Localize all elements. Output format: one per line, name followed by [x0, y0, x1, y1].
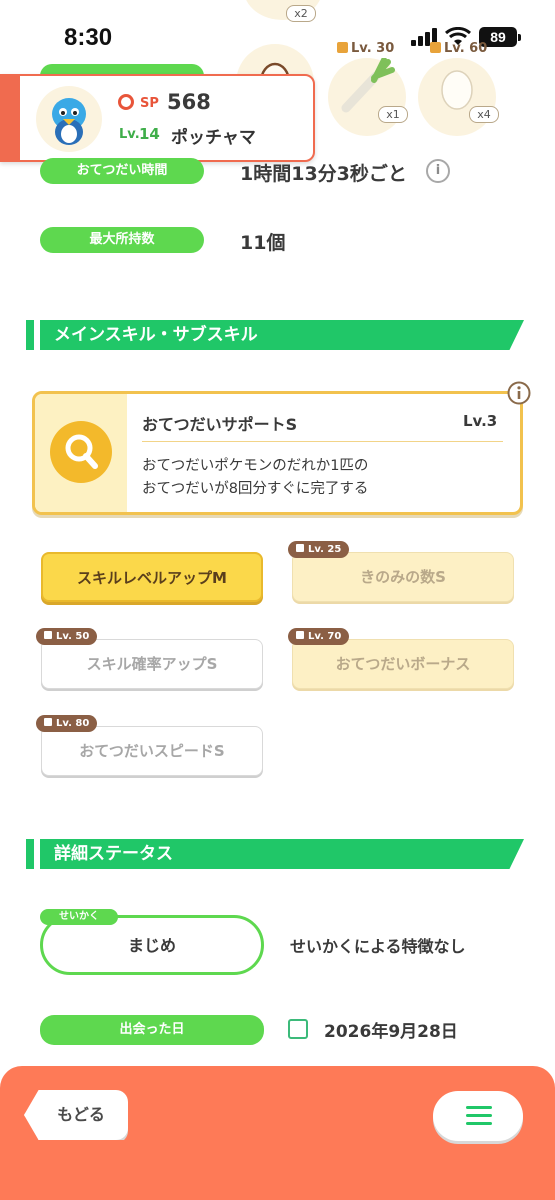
sub-skill-4[interactable]: おてつだいボーナス [292, 639, 514, 689]
ingredient-lock-lv30: Lv. 30 [337, 41, 394, 56]
main-skill-level: Lv.3 [463, 412, 498, 430]
lock-icon [296, 631, 304, 639]
menu-icon-line-3 [466, 1122, 492, 1125]
lock-icon [44, 718, 52, 726]
sp-value: 568 [167, 90, 211, 114]
sub-skill-1[interactable]: スキルレベルアップM [41, 552, 263, 602]
main-skill-info-icon[interactable] [507, 381, 531, 405]
main-skill-desc-line2: おてつだいが8回分すぐに完了する [142, 481, 369, 497]
menu-icon-line-1 [466, 1106, 492, 1109]
nature-description: せいかくによる特徴なし [290, 937, 466, 956]
section-title-details: 詳細ステータス [40, 839, 524, 869]
ingredient-qty-2: x1 [378, 106, 408, 123]
level-value: 14 [139, 125, 160, 143]
help-time-info-icon[interactable]: i [426, 159, 450, 183]
status-time: 8:30 [64, 24, 113, 51]
section-bar-skills [26, 320, 34, 350]
lock-icon [44, 631, 52, 639]
battery-tip [518, 34, 521, 41]
header-accent-stripe [0, 74, 20, 162]
sub-skill-5[interactable]: おてつだいスピードS [41, 726, 263, 776]
ingredient-lock-lv60: Lv. 60 [430, 41, 487, 56]
section-title-skills: メインスキル・サブスキル [40, 320, 524, 350]
lock-icon [296, 544, 304, 552]
egg-icon [441, 70, 473, 110]
nature-tag: せいかく [40, 909, 118, 925]
sub-skill-4-lock: Lv. 70 [288, 628, 350, 645]
max-carry-label: 最大所持数 [40, 227, 204, 253]
help-time-value: 1時間13分3秒ごと [240, 163, 407, 185]
sp-label: SP [140, 96, 159, 111]
sp-ball-icon [118, 94, 134, 110]
pokemon-name: ポッチャマ [171, 128, 256, 148]
sub-skill-2-lock: Lv. 25 [288, 541, 350, 558]
sub-skill-2[interactable]: きのみの数S [292, 552, 514, 602]
lock-icon [430, 42, 441, 53]
sub-skill-3-lock: Lv. 50 [36, 628, 98, 645]
main-skill-desc-line1: おてつだいポケモンのだれか1匹の [142, 458, 369, 474]
calendar-icon [288, 1019, 308, 1039]
menu-icon-line-2 [466, 1114, 492, 1117]
section-bar-details [26, 839, 34, 869]
sub-skill-3[interactable]: スキル確率アップS [41, 639, 263, 689]
sub-skill-5-lock: Lv. 80 [36, 715, 98, 732]
max-carry-value: 11個 [240, 232, 286, 254]
piplup-sprite [52, 98, 86, 145]
ingredient-qty-3: x4 [469, 106, 499, 123]
met-date-label: 出会った日 [40, 1015, 264, 1045]
level-label: Lv. [119, 127, 140, 142]
ingredient-qty-top: x2 [286, 5, 316, 22]
back-button[interactable]: もどる [24, 1090, 128, 1140]
met-date-value: 2026年9月28日 [324, 1022, 458, 1042]
help-time-label: おてつだい時間 [40, 158, 204, 184]
magnifier-icon [65, 434, 98, 469]
lock-icon [337, 42, 348, 53]
main-skill-name: おてつだいサポートS [142, 415, 298, 434]
main-skill-description: おてつだいポケモンのだれか1匹の おてつだいが8回分すぐに完了する [142, 455, 368, 501]
main-skill-divider [142, 441, 503, 442]
